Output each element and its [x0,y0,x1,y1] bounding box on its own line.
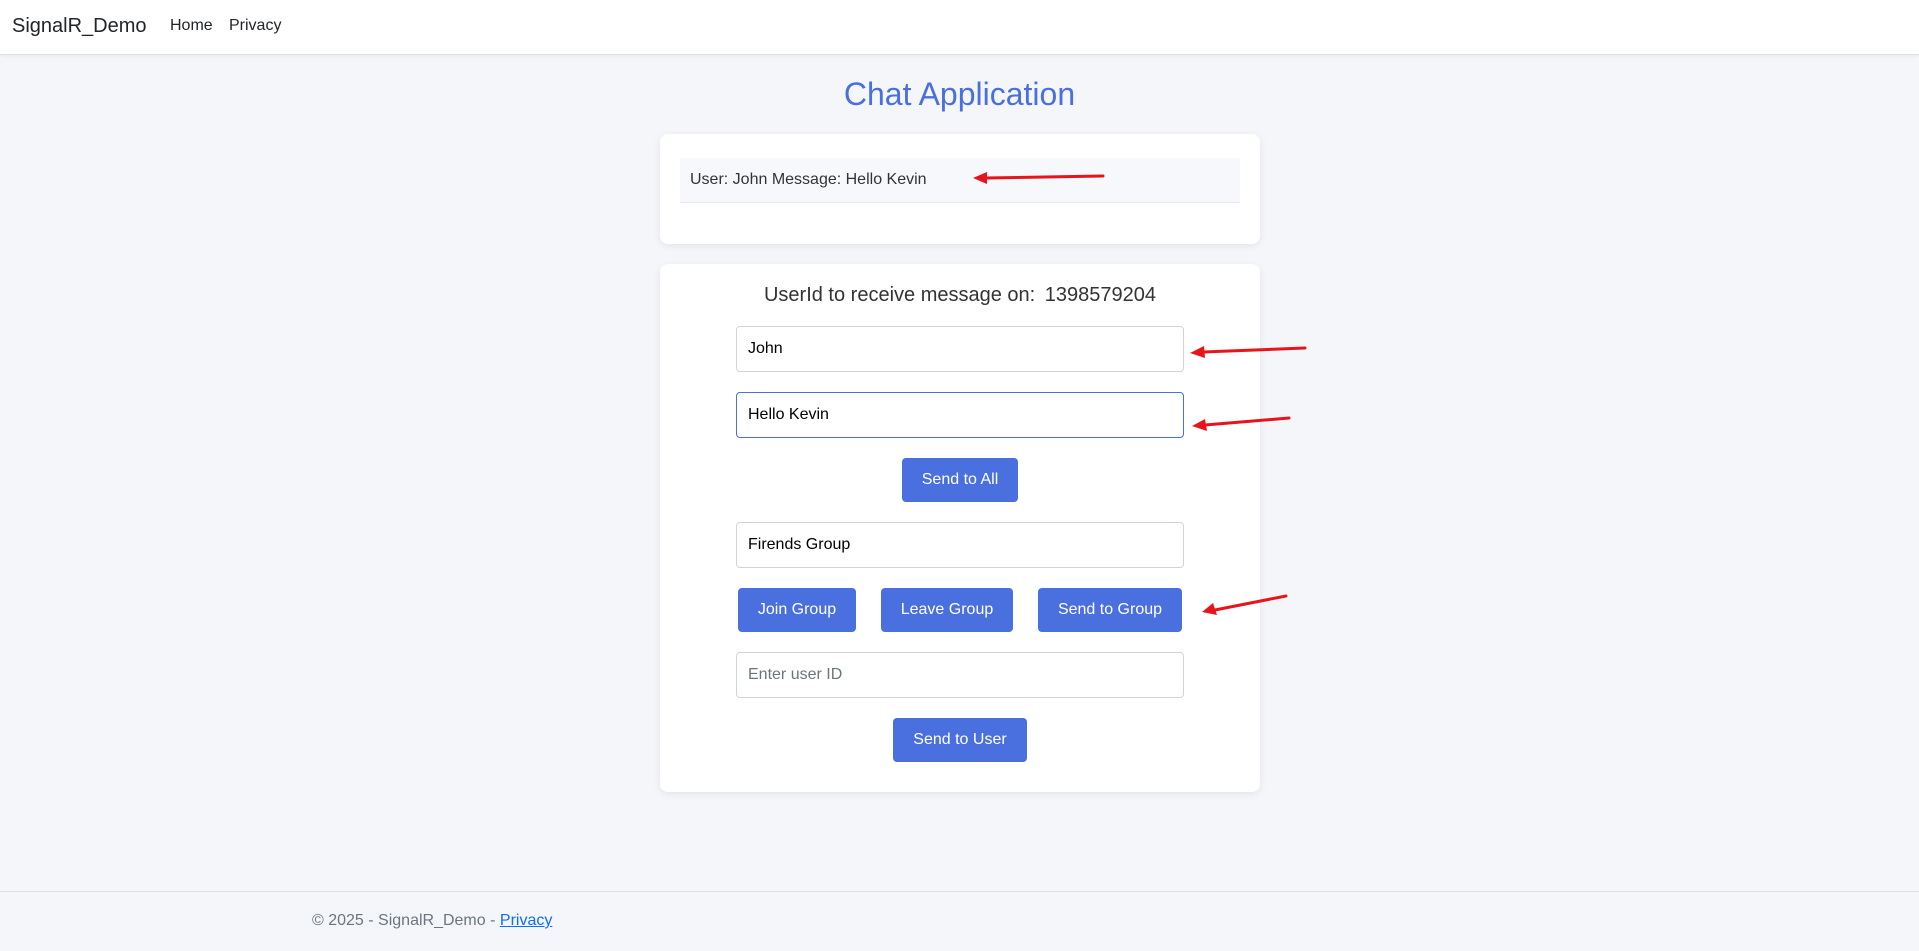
footer-privacy-link[interactable]: Privacy [500,912,552,929]
userid-value: 1398579204 [1044,284,1157,306]
username-input[interactable] [736,326,1184,372]
page-title: Chat Application [843,76,1076,112]
nav-link-home[interactable]: Home [170,17,213,35]
send-to-group-button[interactable]: Send to Group [1038,588,1182,632]
message-input[interactable] [736,392,1184,438]
nav-link-privacy[interactable]: Privacy [229,17,281,35]
group-name-input[interactable] [736,522,1184,568]
send-to-user-button[interactable]: Send to User [893,718,1027,762]
messages-card: User: John Message: Hello Kevin [660,134,1260,244]
top-navbar: SignalR_Demo Home Privacy [0,0,1919,55]
userid-label: UserId to receive message on: [763,284,1036,306]
brand-logo[interactable]: SignalR_Demo [12,15,147,38]
chat-form-card: UserId to receive message on: 1398579204… [660,264,1260,792]
footer-text: © 2025 - SignalR_Demo - Privacy [312,912,552,930]
page-footer: © 2025 - SignalR_Demo - Privacy [0,891,1919,951]
send-to-all-button[interactable]: Send to All [902,458,1018,502]
leave-group-button[interactable]: Leave Group [881,588,1013,632]
message-item: User: John Message: Hello Kevin [680,158,1240,203]
join-group-button[interactable]: Join Group [738,588,856,632]
footer-copyright: © 2025 - SignalR_Demo - [312,912,496,929]
target-userid-input[interactable] [736,652,1184,698]
userid-display: UserId to receive message on: 1398579204 [660,284,1260,307]
